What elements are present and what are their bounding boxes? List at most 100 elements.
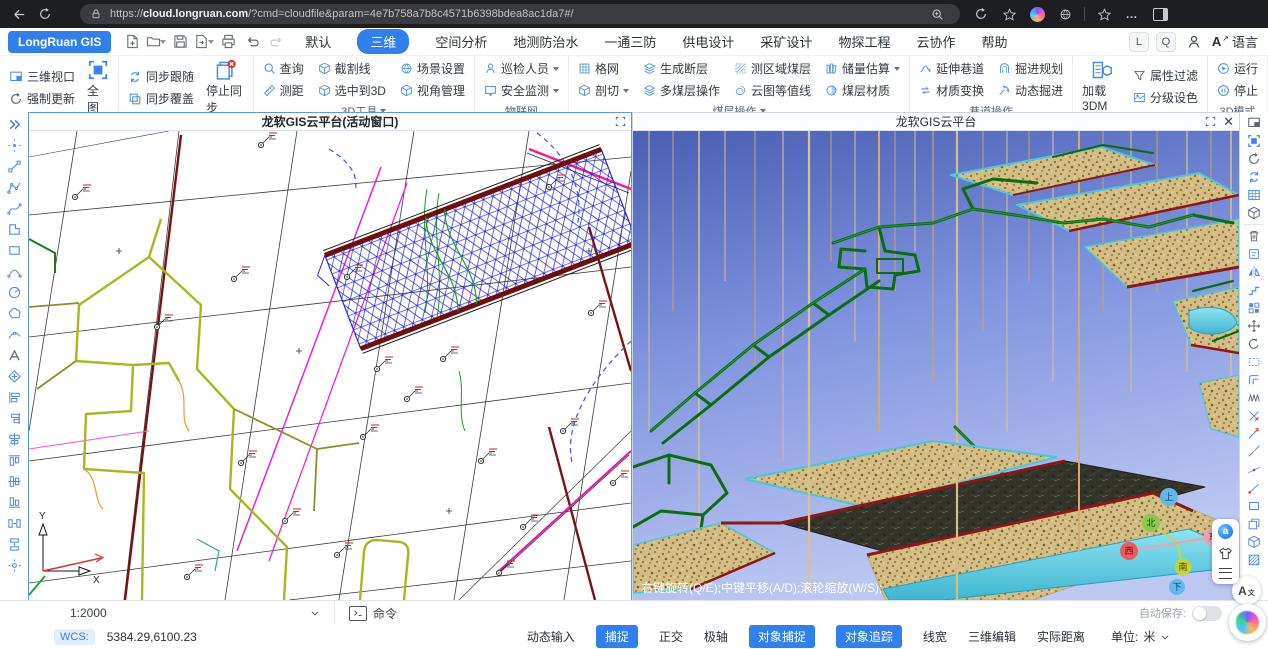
brand-button[interactable]: LongRuan GIS [8,31,111,53]
btn-seam-material[interactable]: 煤层材质 [825,81,900,100]
align-top-icon[interactable] [1,450,27,471]
menu-mining-design[interactable]: 采矿设计 [760,32,812,51]
btn-stop[interactable]: 停止 [1217,81,1258,100]
menu-power-design[interactable]: 供电设计 [682,32,734,51]
align-middle-icon[interactable] [1,471,27,492]
layout-grid-icon[interactable] [1241,299,1267,317]
polyline-tool-icon[interactable] [1,177,27,198]
btn-contour-cloudmap[interactable]: 云图等值线 [734,81,811,100]
scene-3d-canvas[interactable]: 上 北 西 东 南 下 右键旋转(Q/E);中键平移(A/D);滚轮缩放(W/S… [633,131,1239,600]
menu-cloud-collab[interactable]: 云协作 [916,32,955,51]
pan-icon[interactable] [1241,317,1267,335]
btn-reserve-estimate[interactable]: 储量估算 [825,59,900,78]
export-doc-icon[interactable] [193,32,215,52]
open-folder-icon[interactable] [145,32,167,52]
hatch-pattern-icon[interactable] [1241,551,1267,569]
btn-3d-viewport[interactable]: 三维视口 [9,67,75,86]
toggle-dynamic-input[interactable]: 动态输入 [527,628,575,645]
btn-safety-monitor[interactable]: 安全监测 [484,81,559,100]
menu-spatial-analysis[interactable]: 空间分析 [435,32,487,51]
sync-follow-icon[interactable] [1241,168,1267,186]
btn-cutting-line[interactable]: 截割线 [318,59,386,78]
btn-force-update[interactable]: 强制更新 [9,89,75,108]
unit-select[interactable]: 单位: 米 [1111,628,1170,645]
user-chip-q[interactable]: Q [1156,32,1176,52]
align-bottom-icon[interactable] [1,492,27,513]
map-grid-icon[interactable] [1241,186,1267,204]
btn-graded-coloring[interactable]: 分级设色 [1133,88,1198,107]
undo-icon[interactable] [241,32,263,52]
polygon-tool-icon[interactable] [1,219,27,240]
save-icon[interactable] [169,32,191,52]
new-file-icon[interactable] [121,32,143,52]
ai-assistant-button[interactable] [1229,604,1266,641]
raise-icon[interactable] [1241,281,1267,299]
annotation-icon[interactable] [1241,245,1267,263]
menu-hamburger-icon[interactable] [1219,568,1232,579]
autosave-toggle[interactable] [1192,606,1222,621]
clip-box-icon[interactable] [1241,204,1267,222]
command-input[interactable]: 命令 [335,605,397,622]
menu-help[interactable]: 帮助 [981,32,1007,51]
toggle-actual-distance[interactable]: 实际距离 [1037,628,1085,645]
close-icon[interactable]: ✕ [1223,115,1234,128]
circle-tool-icon[interactable] [1,282,27,303]
btn-extend-roadway[interactable]: 延伸巷道 [919,59,984,78]
align-center-icon[interactable] [1,429,27,450]
toggle-lineweight[interactable]: 线宽 [923,628,947,645]
distribute-vertical-icon[interactable] [1,534,27,555]
trim-icon[interactable] [1241,407,1267,425]
revision-cloud-icon[interactable] [1,303,27,324]
favorites-bar-icon[interactable] [1091,4,1117,24]
btn-measure-distance[interactable]: 测距 [263,81,304,100]
menu-ventilation[interactable]: 一通三防 [604,32,656,51]
toggle-ortho[interactable]: 正交 [659,628,683,645]
menu-default[interactable]: 默认 [305,32,331,51]
menu-3d[interactable]: 三维 [357,29,409,54]
btn-attribute-filter[interactable]: 属性过滤 [1133,66,1198,85]
point-tool-icon[interactable] [1,135,27,156]
user-icon[interactable] [1183,32,1205,52]
toggle-3d-edit[interactable]: 三维编辑 [968,628,1016,645]
mirror-icon[interactable] [1241,263,1267,281]
btn-stop-sync[interactable]: 停止同步 [206,59,244,116]
btn-selected-to-3d[interactable]: 选中到3D [318,81,386,100]
box-3d-icon[interactable] [1241,533,1267,551]
btn-measure-region-seam[interactable]: 测区域煤层 [734,59,811,78]
btn-load-3dm[interactable]: 加载3DM [1082,59,1121,113]
arc-tool-icon[interactable] [1,261,27,282]
btn-sync-overlay[interactable]: 同步覆盖 [128,89,194,108]
map-2d-canvas[interactable]: Y X [29,131,631,600]
spline-tool-icon[interactable] [1,198,27,219]
btn-section-cut[interactable]: 剖切 [578,81,629,100]
distribute-horizontal-icon[interactable] [1,513,27,534]
align-left-icon[interactable] [1,387,27,408]
viewport-icon[interactable] [1241,114,1267,132]
maximize-icon[interactable] [1205,116,1216,127]
text-tool-icon[interactable] [1,345,27,366]
ray-line-icon[interactable] [1241,479,1267,497]
btn-scene-settings[interactable]: 场景设置 [400,59,465,78]
hatch-tool-icon[interactable] [1,366,27,387]
theme-shirt-icon[interactable] [1218,546,1233,561]
print-icon[interactable] [217,32,239,52]
copy-icon[interactable] [1241,515,1267,533]
free-transform-icon[interactable] [1,555,27,576]
btn-sync-follow[interactable]: 同步跟随 [128,67,194,86]
delete-icon[interactable] [1241,227,1267,245]
extend-icon[interactable] [1241,425,1267,443]
btn-grid-mesh[interactable]: 格网 [578,59,629,78]
browser-back-button[interactable] [6,4,32,24]
btn-dynamic-excavation[interactable]: 动态掘进 [998,81,1063,100]
user-chip-l[interactable]: L [1129,32,1149,52]
rotate-icon[interactable] [1241,335,1267,353]
menu-geology-water[interactable]: 地测防治水 [513,32,578,51]
redo-icon[interactable] [265,32,287,52]
btn-query[interactable]: 查询 [263,59,304,78]
sidebar-toggle-icon[interactable] [1147,4,1173,24]
break-icon[interactable] [1241,443,1267,461]
toggle-snap[interactable]: 捕捉 [596,625,638,648]
toggle-object-snap[interactable]: 对象捕捉 [749,625,815,648]
menu-geophysical[interactable]: 物探工程 [838,32,890,51]
btn-zoom-extent[interactable]: 全图 [87,59,109,116]
